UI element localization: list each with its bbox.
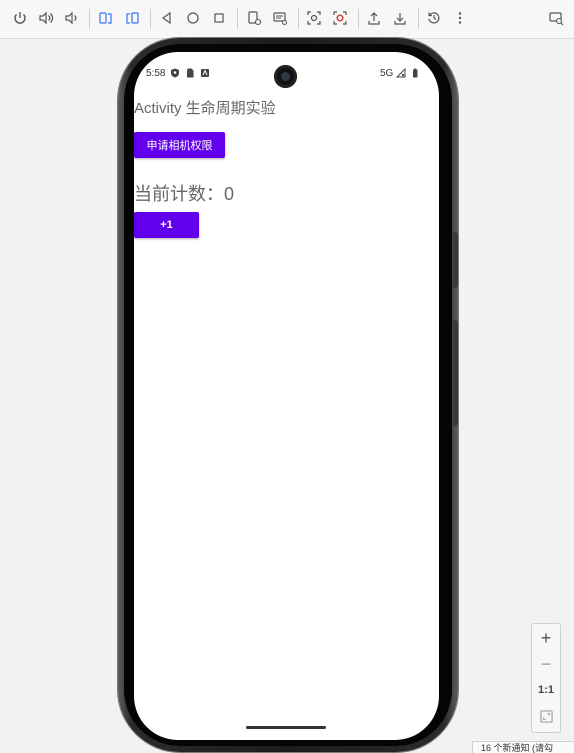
upload-icon[interactable] [363,7,385,29]
volume-up-icon[interactable] [35,7,57,29]
zoom-actual-size-button[interactable]: 1:1 [532,678,560,702]
zoom-controls: + − 1:1 [531,623,561,733]
more-icon[interactable] [449,7,471,29]
toolbar-separator [358,9,359,29]
overview-icon[interactable] [208,7,230,29]
device-manager-icon[interactable] [545,7,567,29]
battery-icon [413,68,418,78]
power-side-button[interactable] [453,320,458,426]
notification-toast[interactable]: 16 个新通知 (请勾 [472,741,574,753]
zoom-out-button[interactable]: − [532,652,560,676]
network-type: 5G [380,68,394,79]
screen-record-icon[interactable] [269,7,291,29]
increment-button[interactable]: +1 [134,212,199,238]
volume-down-icon[interactable] [60,7,82,29]
zoom-in-button[interactable]: + [532,626,560,650]
rotate-right-icon[interactable] [121,7,143,29]
status-bar: 5:58 5G [134,52,439,92]
record-icon[interactable] [329,7,351,29]
screenshot-icon[interactable] [243,7,265,29]
counter-display: 当前计数：0 [134,184,235,204]
status-time: 5:58 [146,68,166,79]
request-camera-permission-button[interactable]: 申请相机权限 [134,132,225,158]
back-icon[interactable] [156,7,178,29]
history-icon[interactable] [423,7,445,29]
front-camera [274,65,297,88]
toolbar-separator [89,9,90,29]
toolbar-separator [418,9,419,29]
power-icon[interactable] [9,7,31,29]
toolbar-separator [237,9,238,29]
zoom-fit-icon[interactable] [532,704,560,728]
signal-icon [396,68,406,78]
emulator-toolbar [0,0,574,39]
toolbar-separator [298,9,299,29]
toolbar-separator [150,9,151,29]
rotate-left-icon[interactable] [95,7,117,29]
notification-app-icon [201,69,209,77]
phone-screen[interactable]: 5:58 5G Activity 生命周期实验 申请相机权限 当前计数：0 +1 [134,52,439,740]
page-title: Activity 生命周期实验 [134,100,276,117]
gesture-nav-bar[interactable] [246,726,326,729]
camera-snapshot-icon[interactable] [303,7,325,29]
volume-side-button[interactable] [453,232,458,288]
download-icon[interactable] [389,7,411,29]
home-icon[interactable] [182,7,204,29]
sd-card-icon [187,68,194,78]
camera-lens [281,72,290,81]
shield-icon [171,68,179,78]
